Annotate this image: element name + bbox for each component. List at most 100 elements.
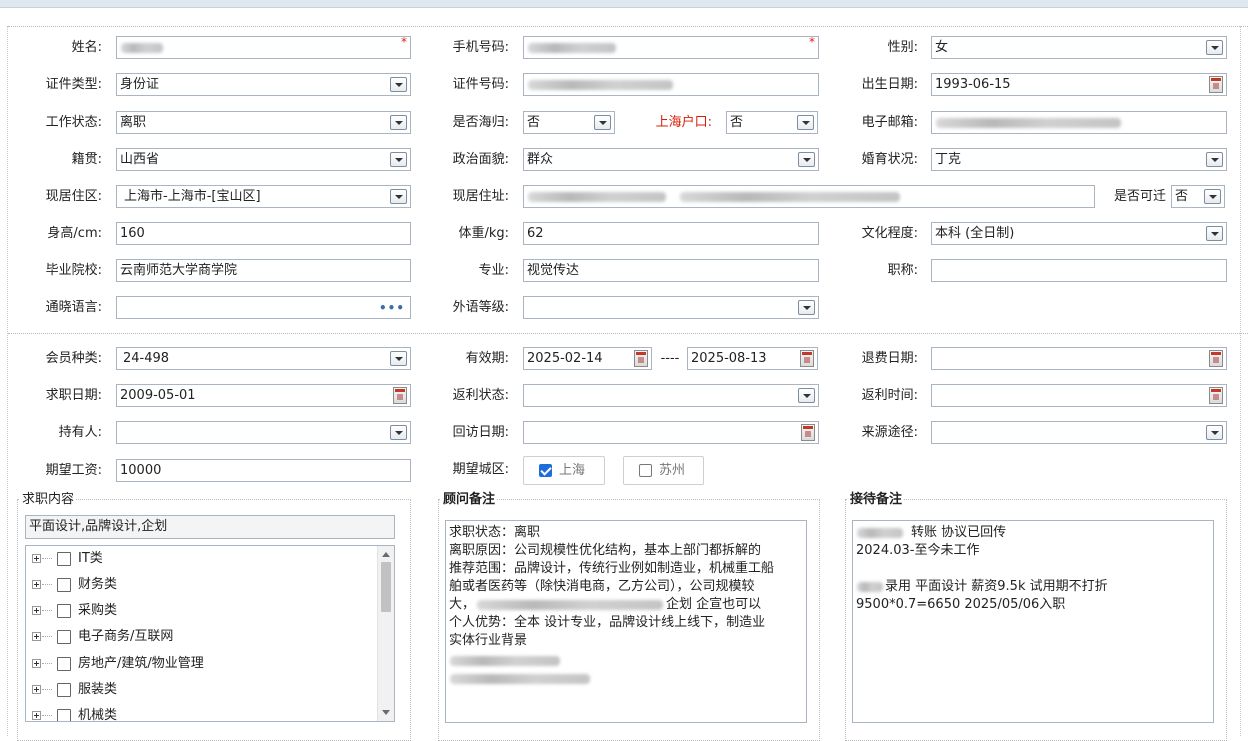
calendar-icon[interactable] [1209, 387, 1223, 404]
calendar-icon[interactable] [634, 350, 648, 367]
refund-date-input[interactable] [931, 347, 1227, 370]
foreign-level-select[interactable] [523, 296, 819, 319]
expected-salary-input[interactable]: 10000 [116, 459, 411, 482]
tree-item[interactable]: 服装类 [26, 680, 376, 700]
education-select[interactable]: 本科 (全日制) [931, 222, 1227, 245]
residence-address-input[interactable] [523, 185, 1095, 208]
id-type-select[interactable]: 身份证 [116, 73, 411, 96]
rebate-status-label: 返利状态: [452, 388, 509, 403]
valid-end-input[interactable]: 2025-08-13 [687, 347, 818, 370]
consultant-notes-textarea[interactable]: 求职状态：离职 离职原因：公司规模性优化结构，基本上部门都拆解的 推荐范围：品牌… [445, 520, 807, 723]
language-input[interactable]: ••• [116, 296, 411, 319]
job-category-tree[interactable]: IT类 财务类 采购类 电子商务/互联网 房地产/建筑/物业管理 服装类 机械类 [25, 545, 395, 722]
job-date-value: 2009-05-01 [120, 388, 196, 403]
checkbox-icon[interactable] [57, 709, 71, 721]
calendar-icon[interactable] [1209, 76, 1223, 93]
tree-item[interactable]: 财务类 [26, 575, 376, 595]
id-number-input[interactable] [523, 73, 819, 96]
chevron-down-icon[interactable] [390, 351, 407, 366]
tree-item[interactable]: 房地产/建筑/物业管理 [26, 654, 376, 674]
checkbox-icon[interactable] [57, 578, 71, 592]
title-input[interactable] [931, 259, 1227, 282]
chevron-down-icon[interactable] [798, 388, 815, 403]
city-option-suzhou[interactable]: 苏州 [623, 456, 704, 485]
checkbox-icon[interactable] [57, 604, 71, 618]
chevron-down-icon[interactable] [1206, 425, 1223, 440]
checkbox-icon[interactable] [57, 683, 71, 697]
reception-notes-textarea[interactable]: 转账 协议已回传 2024.03-至今未工作 录用 平面设计 薪资9.5k 试用… [852, 520, 1214, 723]
scroll-up-icon[interactable] [382, 552, 390, 557]
political-select[interactable]: 群众 [523, 148, 819, 171]
expand-icon[interactable] [32, 659, 41, 668]
work-status-select[interactable]: 离职 [116, 111, 411, 134]
birth-date-input[interactable]: 1993-06-15 [931, 73, 1227, 96]
expected-salary-label: 期望工资: [45, 463, 102, 478]
chevron-down-icon[interactable] [798, 152, 815, 167]
scrollbar-thumb[interactable] [381, 562, 391, 612]
phone-input[interactable]: * [523, 35, 819, 59]
job-date-input[interactable]: 2009-05-01 [116, 384, 411, 407]
chevron-down-icon[interactable] [1206, 152, 1223, 167]
scrollbar[interactable] [377, 546, 394, 721]
rebate-time-input[interactable] [931, 384, 1227, 407]
required-mark: * [809, 35, 815, 49]
expand-icon[interactable] [32, 632, 41, 641]
expand-icon[interactable] [32, 554, 41, 563]
source-select[interactable] [931, 421, 1227, 444]
expand-icon[interactable] [32, 606, 41, 615]
chevron-down-icon[interactable] [594, 115, 611, 130]
chevron-down-icon[interactable] [390, 115, 407, 130]
shanghai-hukou-select[interactable]: 否 [726, 111, 818, 134]
calendar-icon[interactable] [1209, 350, 1223, 367]
height-input[interactable]: 160 [116, 222, 411, 245]
checkbox-checked-icon[interactable] [539, 464, 552, 477]
id-type-label: 证件类型: [45, 77, 102, 92]
checkbox-icon[interactable] [57, 552, 71, 566]
member-type-select[interactable]: 24-498 [116, 347, 411, 370]
more-icon[interactable]: ••• [379, 302, 405, 314]
scroll-down-icon[interactable] [382, 710, 390, 715]
email-input[interactable] [931, 111, 1227, 134]
gender-select[interactable]: 女 [931, 36, 1227, 59]
chevron-down-icon[interactable] [1206, 40, 1223, 55]
chevron-down-icon[interactable] [390, 189, 407, 204]
valid-start-input[interactable]: 2025-02-14 [523, 347, 652, 370]
job-content-selected[interactable]: 平面设计,品牌设计,企划 [25, 515, 395, 539]
chevron-down-icon[interactable] [1204, 189, 1221, 204]
tree-item[interactable]: 机械类 [26, 706, 376, 721]
chevron-down-icon[interactable] [1206, 226, 1223, 241]
visit-date-input[interactable] [523, 421, 819, 444]
tree-item[interactable]: 电子商务/互联网 [26, 627, 376, 647]
residence-area-select[interactable]: 上海市-上海市-[宝山区] [116, 185, 411, 208]
chevron-down-icon[interactable] [390, 152, 407, 167]
marital-select[interactable]: 丁克 [931, 148, 1227, 171]
expand-icon[interactable] [32, 685, 41, 694]
overseas-select[interactable]: 否 [523, 111, 615, 134]
expand-icon[interactable] [32, 580, 41, 589]
school-input[interactable]: 云南师范大学商学院 [116, 259, 411, 282]
chevron-down-icon[interactable] [390, 77, 407, 92]
calendar-icon[interactable] [393, 387, 407, 404]
movable-select[interactable]: 否 [1171, 185, 1225, 208]
redacted-address-1 [528, 192, 666, 202]
chevron-down-icon[interactable] [798, 300, 815, 315]
calendar-icon[interactable] [800, 350, 814, 367]
weight-input[interactable]: 62 [523, 222, 819, 245]
native-place-select[interactable]: 山西省 [116, 148, 411, 171]
tree-item[interactable]: IT类 [26, 549, 376, 569]
checkbox-icon[interactable] [57, 657, 71, 671]
overseas-value: 否 [527, 115, 541, 130]
calendar-icon[interactable] [801, 424, 815, 441]
expand-icon[interactable] [32, 711, 41, 720]
name-input[interactable]: * [116, 35, 411, 59]
weight-label: 体重/kg: [458, 226, 509, 241]
city-option-shanghai[interactable]: 上海 [523, 456, 605, 485]
checkbox-icon[interactable] [639, 464, 652, 477]
tree-item[interactable]: 采购类 [26, 601, 376, 621]
checkbox-icon[interactable] [57, 630, 71, 644]
holder-select[interactable] [116, 421, 411, 444]
chevron-down-icon[interactable] [797, 115, 814, 130]
rebate-status-select[interactable] [523, 384, 819, 407]
chevron-down-icon[interactable] [390, 425, 407, 440]
major-input[interactable]: 视觉传达 [523, 259, 819, 282]
